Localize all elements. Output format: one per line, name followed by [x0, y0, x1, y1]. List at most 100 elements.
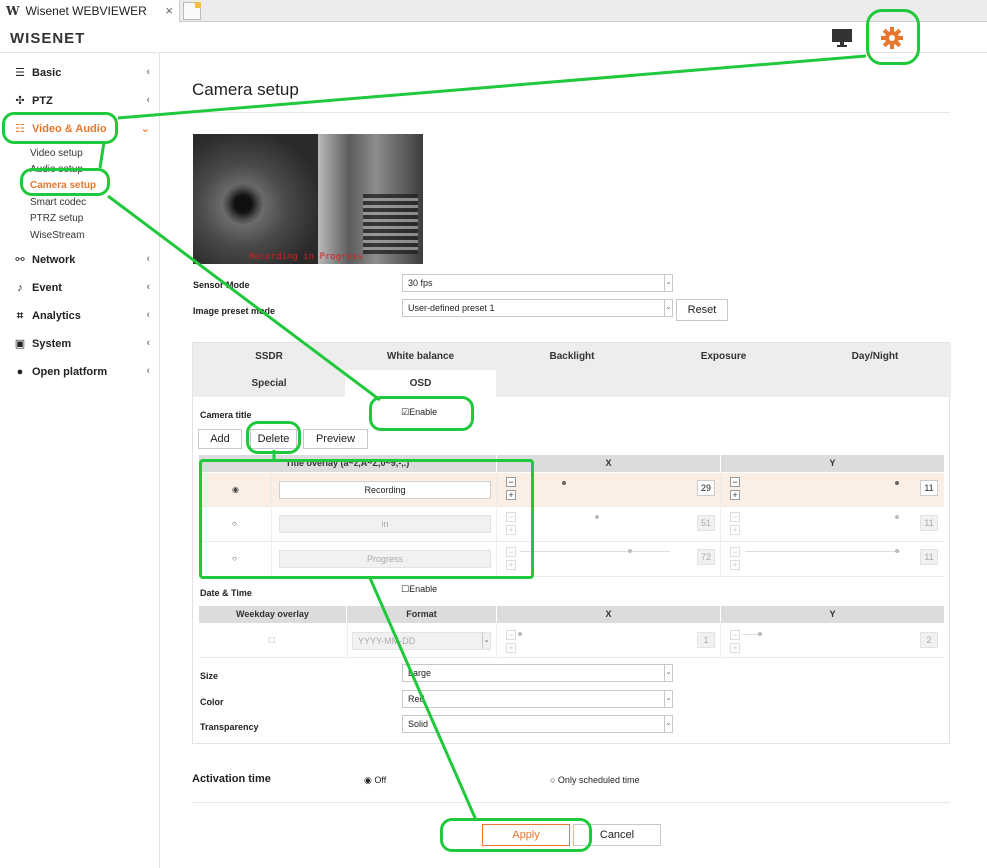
sidebar-item-video-audio[interactable]: ☷ Video & Audio ⌄	[0, 118, 160, 140]
preview-button[interactable]: Preview	[303, 429, 368, 449]
activation-off-radio[interactable]: ◉ Off	[364, 775, 386, 786]
title-overlay-header: Title overlay (a~z,A~Z,0~9,-,.)	[199, 455, 496, 472]
close-icon[interactable]: ×	[165, 3, 173, 18]
x-slider-handle[interactable]	[628, 549, 632, 553]
app-header: WISENET	[0, 22, 987, 53]
sidebar-sub-smart-codec[interactable]: Smart codec	[30, 197, 86, 208]
weekday-header: Weekday overlay	[199, 606, 346, 623]
x-slider-handle[interactable]	[595, 515, 599, 519]
sidebar-sub-audio-setup[interactable]: Audio setup	[30, 164, 83, 175]
chevron-left-icon: ‹	[146, 253, 150, 265]
sidebar-sub-video-setup[interactable]: Video setup	[30, 148, 83, 159]
color-select[interactable]: Red ⌄	[402, 690, 673, 708]
row-radio[interactable]: ◉	[232, 485, 239, 494]
y-slider-track[interactable]	[745, 551, 900, 552]
x-value[interactable]: 72	[697, 549, 715, 565]
sidebar-item-label: Analytics	[32, 310, 81, 322]
sidebar-item-ptz[interactable]: ✣ PTZ ‹	[0, 90, 160, 112]
row-radio[interactable]: ○	[232, 554, 237, 563]
y-value[interactable]: 11	[920, 549, 938, 565]
x-value[interactable]: 29	[697, 480, 715, 496]
tab-osd[interactable]: OSD	[345, 370, 496, 397]
row-radio[interactable]: ○	[232, 519, 237, 528]
plus-icon[interactable]: +	[506, 643, 516, 653]
y-value[interactable]: 2	[920, 632, 938, 648]
plus-icon[interactable]: +	[730, 490, 740, 500]
y-header: Y	[721, 455, 944, 472]
date-time-label: Date & Time	[200, 588, 252, 598]
apply-button[interactable]: Apply	[482, 824, 570, 846]
tab-special[interactable]: Special	[193, 370, 345, 397]
dt-x-header: X	[497, 606, 720, 623]
video-lens	[223, 184, 263, 224]
color-label: Color	[200, 697, 224, 707]
bell-icon: ♪	[17, 282, 23, 294]
x-slider-handle[interactable]	[562, 481, 566, 485]
x-value[interactable]: 51	[697, 515, 715, 531]
y-value[interactable]: 11	[920, 515, 938, 531]
x-slider-handle[interactable]	[518, 632, 522, 636]
title-text-input[interactable]: in	[279, 515, 491, 533]
sidebar-item-network[interactable]: ⚯ Network ‹	[0, 249, 160, 271]
sidebar-item-analytics[interactable]: ⌗ Analytics ‹	[0, 305, 160, 327]
tab-white-balance[interactable]: White balance	[345, 343, 496, 370]
y-slider-handle[interactable]	[895, 515, 899, 519]
move-icon: ✣	[15, 95, 25, 107]
network-icon: ⚯	[15, 254, 25, 266]
plus-icon[interactable]: +	[506, 560, 516, 570]
monitor-icon[interactable]	[831, 28, 853, 48]
tab-backlight[interactable]: Backlight	[496, 343, 648, 370]
minus-icon[interactable]: −	[506, 512, 516, 522]
size-select[interactable]: Large ⌄	[402, 664, 673, 682]
preset-select[interactable]: User-defined preset 1 ⌄	[402, 299, 673, 317]
tab-day-night[interactable]: Day/Night	[799, 343, 951, 370]
sidebar-item-basic[interactable]: ☰ Basic ‹	[0, 62, 160, 84]
date-time-enable-checkbox[interactable]: ☐Enable	[401, 584, 437, 595]
plus-icon[interactable]: +	[730, 643, 740, 653]
minus-icon[interactable]: −	[506, 547, 516, 557]
sidebar-item-open-platform[interactable]: ● Open platform ‹	[0, 361, 160, 383]
chevron-left-icon: ‹	[146, 94, 150, 106]
tab-ssdr[interactable]: SSDR	[193, 343, 345, 370]
minus-icon[interactable]: −	[506, 630, 516, 640]
title-text-input[interactable]: Recording	[279, 481, 491, 499]
minus-icon[interactable]: −	[730, 630, 740, 640]
delete-button[interactable]: Delete	[250, 429, 297, 449]
minus-icon[interactable]: −	[730, 547, 740, 557]
browser-tab[interactable]: W Wisenet WEBVIEWER ×	[0, 0, 180, 22]
y-slider-handle[interactable]	[895, 481, 899, 485]
minus-icon[interactable]: −	[506, 477, 516, 487]
plus-icon[interactable]: +	[506, 525, 516, 535]
new-tab-icon[interactable]	[183, 2, 201, 20]
weekday-checkbox[interactable]: ☐	[268, 636, 275, 645]
sidebar-sub-camera-setup[interactable]: Camera setup	[30, 180, 96, 191]
x-value[interactable]: 1	[697, 632, 715, 648]
reset-button[interactable]: Reset	[676, 299, 728, 321]
date-format-select[interactable]: YYYY-MM-DD ⌄	[352, 632, 491, 650]
gear-icon[interactable]	[880, 26, 904, 50]
tab-exposure[interactable]: Exposure	[648, 343, 799, 370]
sidebar-sub-ptrz-setup[interactable]: PTRZ setup	[30, 213, 83, 224]
cancel-button[interactable]: Cancel	[573, 824, 661, 846]
camera-title-enable-checkbox[interactable]: ☑Enable	[401, 407, 437, 418]
platform-icon: ●	[16, 366, 24, 378]
plus-icon[interactable]: +	[730, 525, 740, 535]
y-slider-handle[interactable]	[895, 549, 899, 553]
title-text-input[interactable]: Progress	[279, 550, 491, 568]
minus-icon[interactable]: −	[730, 512, 740, 522]
sensor-mode-select[interactable]: 30 fps ⌄	[402, 274, 673, 292]
sidebar-sub-wisestream[interactable]: WiseStream	[30, 230, 84, 241]
size-value: Large	[408, 668, 432, 678]
y-slider-handle[interactable]	[758, 632, 762, 636]
plus-icon[interactable]: +	[506, 490, 516, 500]
y-value[interactable]: 11	[920, 480, 938, 496]
sidebar-item-event[interactable]: ♪ Event ‹	[0, 277, 160, 299]
sidebar: ☰ Basic ‹ ✣ PTZ ‹ ☷ Video & Audio ⌄ Vide…	[0, 53, 160, 868]
transparency-select[interactable]: Solid ⌄	[402, 715, 673, 733]
sidebar-item-system[interactable]: ▣ System ‹	[0, 333, 160, 355]
x-slider-track[interactable]	[520, 551, 670, 552]
plus-icon[interactable]: +	[730, 560, 740, 570]
add-button[interactable]: Add	[198, 429, 242, 449]
minus-icon[interactable]: −	[730, 477, 740, 487]
activation-scheduled-radio[interactable]: ○ Only scheduled time	[550, 775, 639, 785]
